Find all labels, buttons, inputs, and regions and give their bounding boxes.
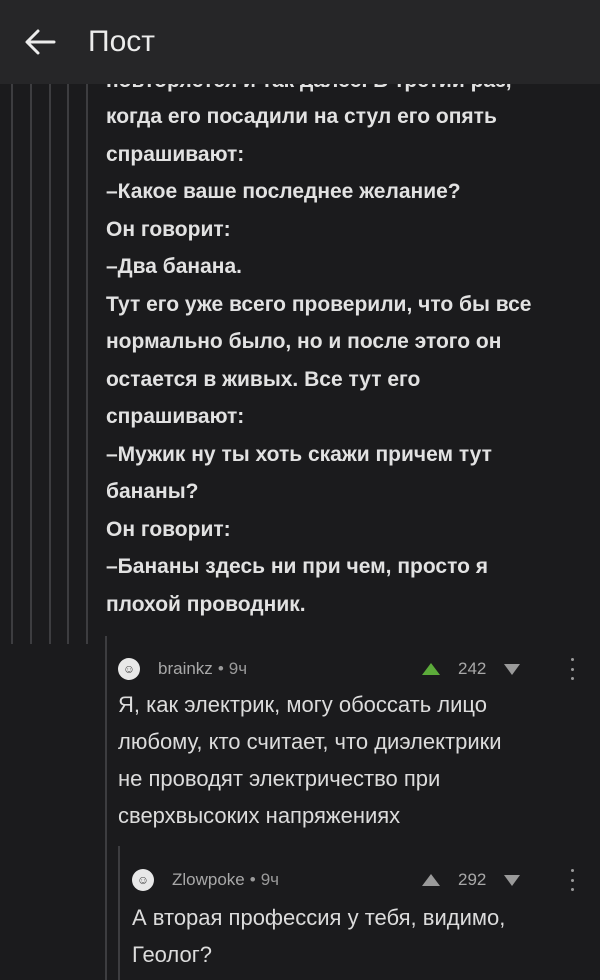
comment-text: Я, как электрик, могу обоссать лицо любо… (118, 692, 502, 828)
rating-controls: 242 (422, 654, 521, 684)
comment-text: когда его посадили на стул его опять спра… (106, 98, 594, 623)
upvote-icon[interactable] (422, 663, 440, 675)
comment-line: бананы? (106, 480, 199, 503)
comment-text: А вторая профессия у тебя, видимо, Геоло… (132, 905, 506, 967)
comment-line: плохой проводник. (106, 592, 306, 616)
upvote-icon[interactable] (422, 874, 440, 886)
more-options-icon[interactable] (569, 658, 575, 680)
comment-line: спрашивают: (106, 405, 245, 428)
comment-line: –Два банана. (106, 255, 242, 278)
comment-line: Он говорит: (106, 217, 231, 241)
comment-line: Тут его уже всего проверили, что бы все (106, 292, 532, 316)
back-button[interactable] (22, 24, 58, 60)
comment-cut-line: повторяется и так далее. В третий раз, (106, 84, 594, 98)
author-name[interactable]: Zlowpoke (172, 870, 245, 890)
comment-meta: ☺ brainkz • 9ч 242 (118, 654, 590, 684)
author-name[interactable]: brainkz (158, 659, 213, 679)
downvote-icon[interactable] (504, 663, 521, 675)
reply-comment: ☺ Zlowpoke • 9ч 292 А вторая профессия у… (132, 865, 592, 973)
comment-time: 9ч (228, 659, 248, 678)
comment-line: спрашивают: (106, 142, 245, 166)
comment-line: –Мужик ну ты хоть скажи причем тут (106, 442, 492, 466)
app-header: Пост (0, 0, 600, 84)
comment-meta: ☺ Zlowpoke • 9ч 292 (132, 865, 592, 895)
rating-controls: 292 (422, 865, 521, 895)
arrow-left-icon (25, 29, 56, 55)
reply-thread-line (105, 636, 107, 980)
comment-line: –Бананы здесь ни при чем, просто я (106, 555, 489, 578)
thread-indent-lines (0, 84, 110, 644)
avatar[interactable]: ☺ (132, 869, 154, 891)
more-options-icon[interactable] (569, 869, 575, 891)
comment-line: нормально было, но и после этого он (106, 330, 502, 353)
rating-score: 292 (458, 870, 487, 889)
page-title: Пост (88, 25, 155, 58)
reply-thread-line (118, 846, 120, 980)
comment-line: –Какое ваше последнее желание? (106, 180, 461, 203)
meta-separator: • (249, 870, 256, 889)
avatar[interactable]: ☺ (118, 658, 140, 680)
meta-separator: • (217, 659, 224, 678)
comment-body: повторяется и так далее. В третий раз, к… (106, 84, 594, 623)
rating-score: 242 (458, 659, 487, 678)
reply-comment: ☺ brainkz • 9ч 242 Я, как электрик, могу… (118, 654, 590, 834)
comment-line: когда его посадили на стул его опять (106, 105, 497, 128)
comment-line: остается в живых. Все тут его (106, 367, 421, 391)
comment-line: Он говорит: (106, 517, 231, 541)
downvote-icon[interactable] (504, 874, 521, 886)
comment-time: 9ч (260, 870, 280, 889)
